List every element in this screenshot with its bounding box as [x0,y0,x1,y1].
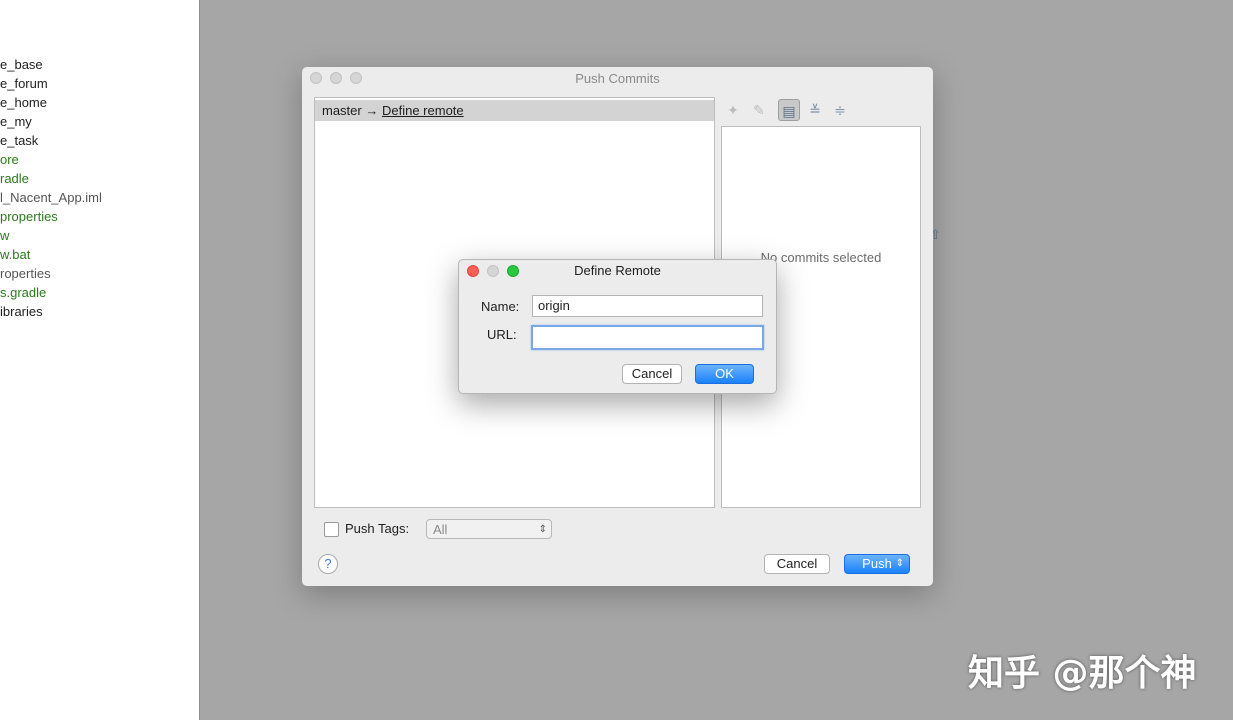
project-tree-panel: e_base e_forum e_home e_my e_task ore ra… [0,0,200,720]
help-button[interactable]: ? [318,554,338,574]
push-tags-select-value: All [433,522,448,537]
tree-item[interactable]: e_my [0,112,32,131]
collapse-all-icon[interactable]: ≑ [829,99,851,121]
details-toolbar: ✦ ✎ ▤ ≚ ≑ [722,99,922,121]
branch-row[interactable]: master → Define remote [315,100,714,121]
push-tags-checkbox[interactable] [324,522,339,537]
tree-item[interactable]: e_home [0,93,47,112]
tree-item[interactable]: properties [0,207,58,226]
push-tags-label[interactable]: Push Tags: [345,521,409,536]
cancel-dialog-button[interactable]: Cancel [622,364,682,384]
tree-item[interactable]: radle [0,169,29,188]
chevron-updown-icon: ⇕ [538,524,547,535]
cancel-push-button[interactable]: Cancel [764,554,830,574]
chevron-updown-icon: ⇕ [895,558,904,569]
remote-name-input[interactable]: origin [532,295,763,317]
tree-item[interactable]: e_forum [0,74,48,93]
define-remote-link[interactable]: Define remote [382,103,464,118]
arrow-right-icon: → [365,103,379,118]
tree-item[interactable]: l_Nacent_App.iml [0,188,102,207]
window-titlebar[interactable]: Push Commits [302,67,933,89]
window-title: Push Commits [575,71,660,86]
tree-item[interactable]: s.gradle [0,283,46,302]
tree-item[interactable]: w.bat [0,245,30,264]
name-label: Name: [481,299,520,314]
watermark-text: 知乎 @那个神 [968,653,1197,694]
push-tags-select[interactable]: All ⇕ [426,519,552,539]
url-label: URL: [487,327,517,342]
pin-icon[interactable]: ✦ [722,99,744,121]
ok-button[interactable]: OK [695,364,754,384]
define-remote-dialog: Define Remote Name: origin URL: Cancel O… [458,259,777,394]
tree-item[interactable]: w [0,226,9,245]
push-button-label: Push [862,556,892,571]
source-branch-label: master [322,103,362,118]
details-toggle-icon[interactable]: ▤ [778,99,800,121]
tree-item[interactable]: e_task [0,131,38,150]
tree-item[interactable]: ibraries [0,302,43,321]
expand-all-icon[interactable]: ≚ [804,99,826,121]
dialog-title: Define Remote [574,263,661,278]
edit-icon[interactable]: ✎ [748,99,770,121]
push-button[interactable]: Push ⇕ [844,554,910,574]
tree-item[interactable]: roperties [0,264,51,283]
tree-item[interactable]: e_base [0,55,43,74]
remote-url-input[interactable] [531,325,764,350]
tree-item[interactable]: ore [0,150,19,169]
